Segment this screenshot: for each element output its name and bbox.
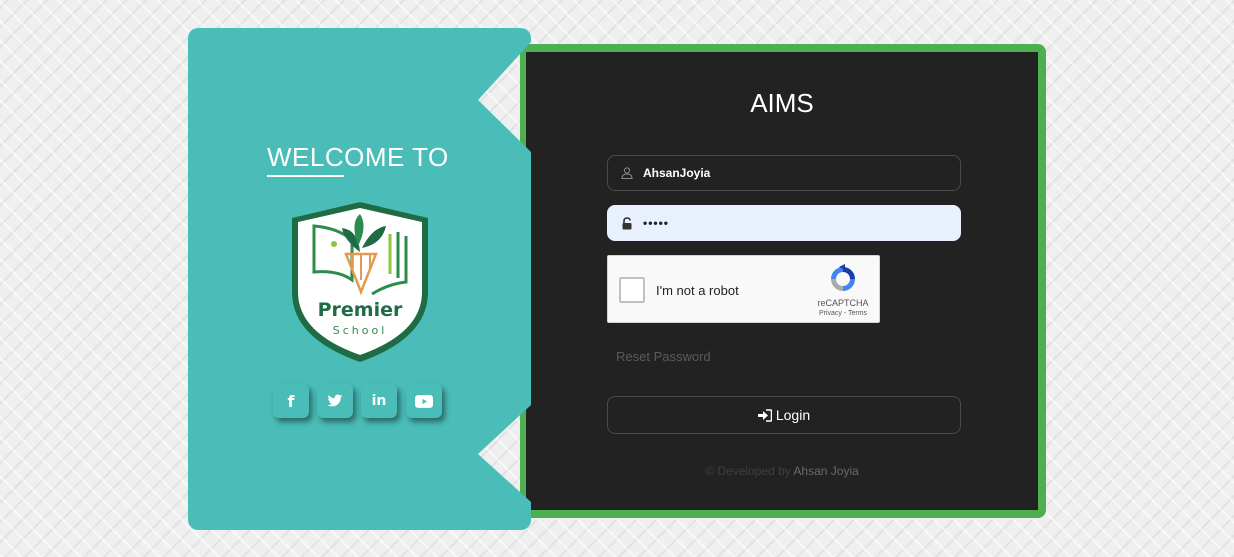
logo-subtitle: School [333,324,388,337]
twitter-button[interactable] [317,384,353,418]
sign-in-icon [757,408,772,422]
school-logo: Premier School [292,202,428,362]
youtube-icon [415,394,433,408]
welcome-underline [267,175,344,177]
logo-name: Premier [318,299,403,321]
twitter-icon [327,394,343,407]
recaptcha-privacy-terms-link[interactable]: Privacy - Terms [812,310,874,317]
login-button[interactable]: Login [607,396,961,434]
linkedin-button[interactable]: in [361,384,397,418]
facebook-icon: f [287,391,295,411]
username-input[interactable] [643,166,960,180]
username-field[interactable] [607,155,961,191]
app-title: AIMS [750,88,814,118]
reset-password-link[interactable]: Reset Password [616,349,711,364]
footer-prefix: © Developed by [705,464,791,478]
recaptcha-brand: reCAPTCHA [817,298,869,308]
user-icon [621,166,635,180]
facebook-button[interactable]: f [273,384,309,418]
recaptcha-checkbox[interactable] [619,277,645,303]
lock-icon [621,216,635,230]
youtube-button[interactable] [406,384,442,418]
linkedin-icon: in [371,393,387,409]
login-button-label: Login [775,407,811,423]
recaptcha-label: I'm not a robot [656,283,739,298]
recaptcha-widget: I'm not a robot reCAPTCHA Privacy - Term… [607,255,880,323]
footer: © Developed by Ahsan Joyia [526,464,1038,478]
password-input[interactable] [643,216,960,230]
footer-author: Ahsan Joyia [793,464,859,478]
recaptcha-logo-icon [831,264,855,291]
welcome-heading: WELCOME TO [267,142,449,172]
password-field[interactable] [607,205,961,241]
